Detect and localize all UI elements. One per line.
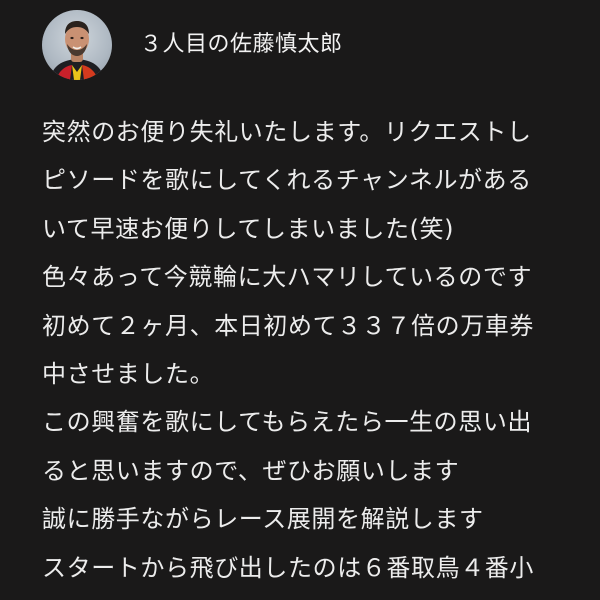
comment-line: 誠に勝手ながらレース展開を解説します <box>42 505 484 534</box>
comment-line: ると思いますので、ぜひお願いします <box>42 456 460 485</box>
comment-line: スタートから飛び出したのは６番取鳥４番小 <box>42 553 534 582</box>
comment-line: 初めて２ヶ月、本日初めて３３７倍の万車券 <box>42 311 534 340</box>
comment-line: いて早速お便りしてしまいました(笑) <box>42 214 455 243</box>
comment-line: 突然のお便り失礼いたします。リクエストし <box>42 118 532 146</box>
author-avatar[interactable] <box>42 10 112 80</box>
comment-line: 中させました。 <box>42 359 215 388</box>
avatar-photo-icon <box>50 21 104 80</box>
comment-card: ３人目の佐藤慎太郎 突然のお便り失礼いたします。リクエストし ピソードを歌にして… <box>0 0 600 600</box>
comment-line: この興奮を歌にしてもらえたら一生の思い出 <box>42 408 533 437</box>
comment-line: ピソードを歌にしてくれるチャンネルがある <box>42 166 532 195</box>
comment-line: 色々あって今競輪に大ハマリしているのです <box>42 263 533 292</box>
comment-author-name[interactable]: ３人目の佐藤慎太郎 <box>140 29 343 61</box>
comment-body: 突然のお便り失礼いたします。リクエストし ピソードを歌にしてくれるチャンネルがあ… <box>42 112 600 596</box>
